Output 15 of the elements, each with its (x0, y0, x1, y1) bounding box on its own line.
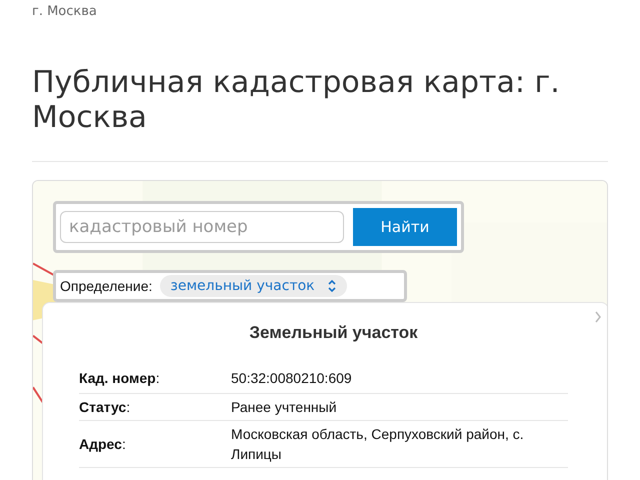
field-label: Статус: (79, 398, 132, 417)
page-title: Публичная кадастровая карта: г. Москва (32, 65, 561, 135)
definition-label: Определение: (60, 278, 152, 294)
field-value: 50:32:0080210:609 (231, 369, 353, 388)
field-label: Кад. номер: (79, 369, 161, 388)
card-title: Земельный участок (248, 323, 419, 343)
search-field[interactable]: кадастровый номер (60, 211, 344, 243)
updown-icon (326, 279, 337, 293)
search-button[interactable]: Найти (353, 208, 457, 246)
breadcrumb[interactable]: г. Москва (32, 5, 97, 13)
chevron-icon[interactable] (595, 311, 601, 323)
field-value: Ранее учтенный (231, 398, 338, 417)
field-value: Московская область, Серпуховский район, с. Липицы (231, 425, 525, 464)
definition-select[interactable]: земельный участок (160, 275, 347, 297)
field-label: Адрес: (79, 435, 127, 454)
